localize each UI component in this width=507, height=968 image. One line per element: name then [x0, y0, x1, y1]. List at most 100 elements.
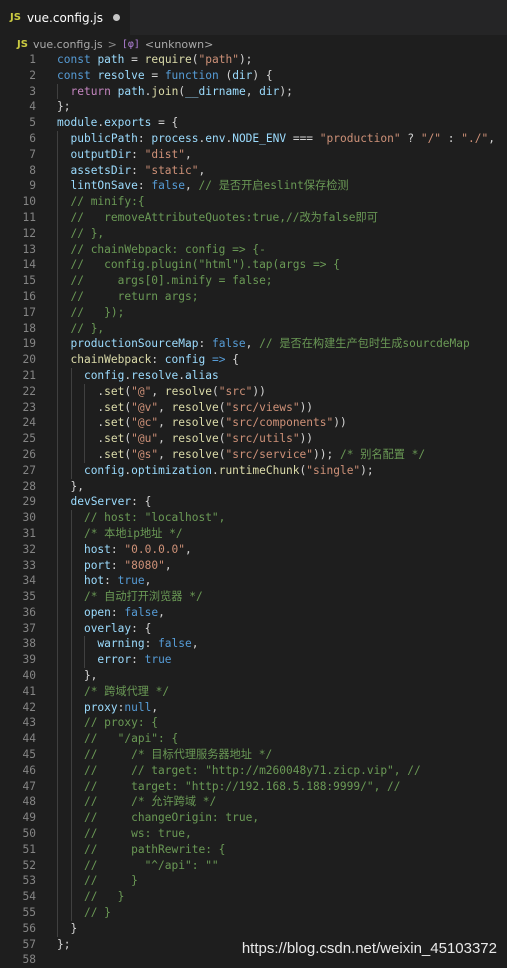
line-number: 36: [22, 605, 36, 619]
code-line[interactable]: 43 // proxy: {: [0, 715, 507, 732]
code-token: =: [144, 68, 165, 82]
tab-vue-config[interactable]: JS vue.config.js: [0, 0, 130, 35]
code-token: require: [144, 53, 192, 66]
code-token: // /* 允许跨域 */: [83, 795, 217, 809]
code-line[interactable]: 46 // // target: "http://m260048y71.zicp…: [0, 762, 507, 779]
code-line[interactable]: 3 return path.join(__dirname, dir);: [0, 83, 507, 100]
indent-guide: [57, 304, 58, 321]
code-line[interactable]: 55 // }: [0, 905, 507, 921]
code-line[interactable]: 10 // minify:{: [0, 194, 507, 210]
code-line[interactable]: 19 productionSourceMap: false, // 是否在构建生…: [0, 336, 507, 353]
code-line[interactable]: 45 // /* 目标代理服务器地址 */: [0, 747, 507, 763]
code-line[interactable]: 36 open: false,: [0, 604, 507, 621]
line-number: 20: [22, 353, 36, 367]
code-line[interactable]: 27 config.optimization.runtimeChunk("sin…: [0, 462, 507, 479]
code-line[interactable]: 15 // args[0].minify = false;: [0, 273, 507, 289]
code-line[interactable]: 40 },: [0, 668, 507, 684]
code-line[interactable]: 48 // /* 允许跨域 */: [0, 794, 507, 811]
code-line[interactable]: 47 // target: "http://192.168.5.188:9999…: [0, 778, 507, 795]
code-line[interactable]: 7 outputDir: "dist",: [0, 146, 507, 163]
code-line[interactable]: 38 warning: false,: [0, 636, 507, 653]
code-line[interactable]: 17 // });: [0, 304, 507, 321]
line-number: 58: [22, 953, 36, 967]
code-token: =: [124, 53, 145, 66]
indent-guide: [70, 826, 72, 842]
code-line[interactable]: 18 // },: [0, 320, 507, 337]
code-line[interactable]: 16 // return args;: [0, 288, 507, 305]
code-text: .set("@", resolve("src")): [57, 383, 266, 400]
indent-guide: [57, 794, 58, 811]
code-line[interactable]: 41 /* 跨域代理 */: [0, 683, 507, 700]
code-line[interactable]: 54 // }: [0, 889, 507, 906]
code-line[interactable]: 21 config.resolve.alias: [0, 367, 507, 384]
code-line[interactable]: 26 .set("@s", resolve("src/service")); /…: [0, 446, 507, 463]
code-line[interactable]: 5 module.exports = {: [0, 115, 507, 131]
line-number: 43: [22, 716, 36, 730]
code-line[interactable]: 32 host: "0.0.0.0",: [0, 541, 507, 558]
indent-guide: [70, 683, 72, 700]
code-line[interactable]: 8 assetsDir: "static",: [0, 162, 507, 179]
code-line[interactable]: 28 },: [0, 478, 507, 495]
code-line[interactable]: 11 // removeAttributeQuotes:true,//改为fal…: [0, 209, 507, 226]
code-token: ,: [191, 637, 199, 651]
code-line[interactable]: 9 lintOnSave: false, // 是否开启eslint保存检测: [0, 178, 507, 195]
code-token: alias: [185, 368, 219, 382]
code-token: resolve: [171, 447, 219, 461]
line-number: 10: [22, 195, 36, 209]
code-line[interactable]: 35 /* 自动打开浏览器 */: [0, 589, 507, 605]
code-token: port: [83, 558, 111, 572]
indent-guide: [84, 383, 85, 400]
code-line[interactable]: 24 .set("@c", resolve("src/components")): [0, 415, 507, 432]
code-line[interactable]: 52 // "^/api": "": [0, 857, 507, 874]
line-number: 25: [22, 432, 36, 446]
indent-guide: [70, 731, 72, 748]
code-line[interactable]: 13 // chainWebpack: config => {-: [0, 241, 507, 258]
code-token: assetsDir: [70, 163, 132, 177]
code-line[interactable]: 44 // "/api": {: [0, 731, 507, 748]
code-line[interactable]: 30 // host: "localhost",: [0, 510, 507, 526]
code-token: // config.plugin("html").tap(args => {: [70, 258, 340, 272]
indent-guide: [57, 715, 58, 732]
code-token: config: [83, 463, 125, 477]
unsaved-dot-icon[interactable]: [112, 14, 120, 21]
code-line[interactable]: 1 const path = require("path");: [0, 52, 507, 68]
code-line[interactable]: 42 proxy:null,: [0, 699, 507, 716]
code-line[interactable]: 39 error: true: [0, 652, 507, 669]
code-line[interactable]: 37 overlay: {: [0, 620, 507, 637]
code-token: return: [70, 84, 111, 98]
code-line[interactable]: 20 chainWebpack: config => {: [0, 352, 507, 368]
code-token: );: [279, 84, 293, 98]
indent-guide: [57, 367, 58, 384]
code-token: : {: [131, 495, 152, 509]
indent-guide: [70, 794, 72, 811]
code-line[interactable]: 22 .set("@", resolve("src")): [0, 383, 507, 400]
code-line[interactable]: 14 // config.plugin("html").tap(args => …: [0, 257, 507, 274]
line-number: 52: [22, 858, 36, 872]
code-token: publicPath: [70, 131, 138, 145]
breadcrumb-symbol[interactable]: <unknown>: [145, 38, 213, 51]
breadcrumb-file[interactable]: vue.config.js: [33, 38, 103, 51]
code-line[interactable]: 51 // pathRewrite: {: [0, 841, 507, 858]
code-line[interactable]: 6 publicPath: process.env.NODE_ENV === "…: [0, 130, 507, 147]
code-token: dir: [259, 84, 280, 98]
code-line[interactable]: 50 // ws: true,: [0, 826, 507, 842]
code-line[interactable]: 31 /* 本地ip地址 */: [0, 525, 507, 542]
code-line[interactable]: 25 .set("@u", resolve("src/utils")): [0, 431, 507, 447]
line-number: 19: [22, 337, 36, 351]
code-line[interactable]: 12 // },: [0, 225, 507, 242]
code-line[interactable]: 29 devServer: {: [0, 494, 507, 511]
code-line[interactable]: 33 port: "8080",: [0, 557, 507, 574]
code-line[interactable]: 34 hot: true,: [0, 573, 507, 590]
code-token: = {: [151, 116, 179, 130]
code-text: // args[0].minify = false;: [57, 273, 273, 289]
code-line[interactable]: 2 const resolve = function (dir) {: [0, 68, 507, 84]
indent-guide: [57, 446, 58, 463]
code-line[interactable]: 53 // }: [0, 873, 507, 890]
code-line[interactable]: 23 .set("@v", resolve("src/views")): [0, 399, 507, 416]
code-line[interactable]: 4};: [0, 99, 507, 115]
code-token: .: [211, 463, 219, 477]
code-line[interactable]: 49 // changeOrigin: true,: [0, 810, 507, 827]
code-editor[interactable]: 1 const path = require("path"); 2 const res…: [0, 52, 507, 967]
code-line[interactable]: 56 }: [0, 920, 507, 937]
